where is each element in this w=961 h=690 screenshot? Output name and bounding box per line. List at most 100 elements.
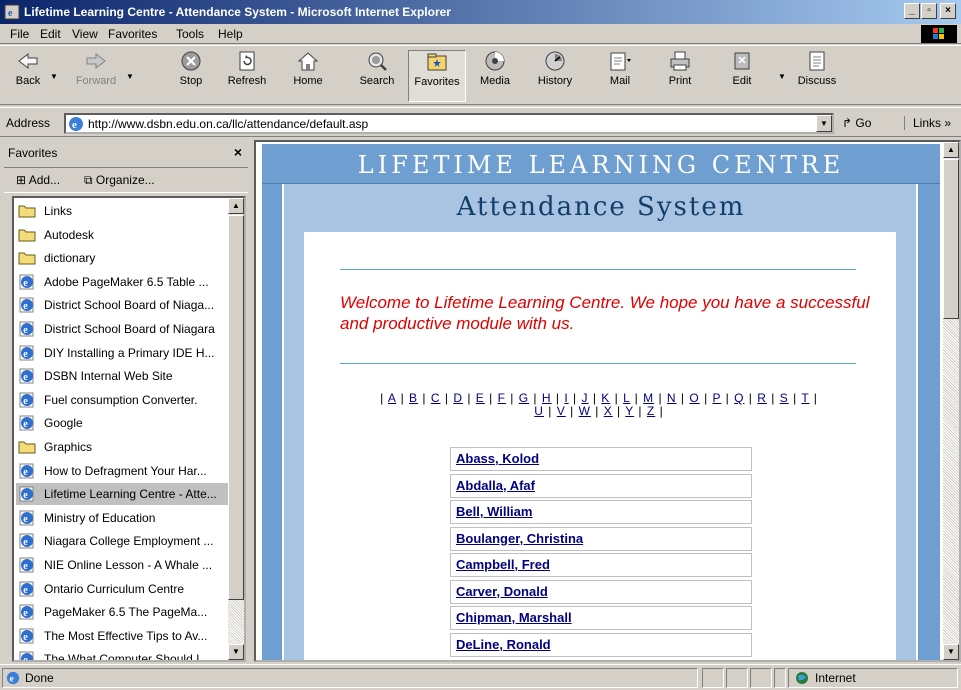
- ie-page-icon: e: [19, 321, 34, 337]
- letter-link-d[interactable]: D: [453, 391, 463, 405]
- letter-link-m[interactable]: M: [643, 391, 654, 405]
- scroll-down-button[interactable]: ▼: [228, 644, 244, 660]
- student-link[interactable]: DeLine, Ronald: [456, 637, 551, 652]
- letter-link-l[interactable]: L: [623, 391, 630, 405]
- letter-link-f[interactable]: F: [498, 391, 506, 405]
- favorite-item[interactable]: e DSBN Internal Web Site: [16, 365, 230, 387]
- letter-link-h[interactable]: H: [542, 391, 552, 405]
- letter-link-k[interactable]: K: [601, 391, 610, 405]
- letter-link-c[interactable]: C: [431, 391, 441, 405]
- close-button[interactable]: ×: [940, 3, 956, 19]
- refresh-button[interactable]: Refresh: [222, 50, 272, 102]
- add-favorite-button[interactable]: ⊞ Add...: [16, 173, 60, 187]
- edit-dropdown-arrow[interactable]: ▼: [778, 72, 786, 81]
- page-scroll-down-button[interactable]: ▼: [943, 644, 959, 660]
- letter-link-j[interactable]: J: [581, 391, 588, 405]
- letter-link-r[interactable]: R: [757, 391, 767, 405]
- menu-tools[interactable]: Tools: [176, 27, 204, 41]
- favorite-item[interactable]: e Adobe PageMaker 6.5 Table ...: [16, 271, 230, 293]
- print-button[interactable]: Print: [660, 50, 700, 102]
- favorite-item[interactable]: e DIY Installing a Primary IDE H...: [16, 342, 230, 364]
- favorite-item[interactable]: e Ministry of Education: [16, 507, 230, 529]
- folder-icon: [18, 252, 36, 265]
- search-button[interactable]: Search: [352, 50, 402, 102]
- letter-link-u[interactable]: U: [534, 404, 544, 418]
- mail-button[interactable]: Mail: [600, 50, 640, 102]
- maximize-button[interactable]: ▫: [921, 3, 937, 19]
- student-link[interactable]: Boulanger, Christina: [456, 531, 583, 546]
- favorite-item[interactable]: Graphics: [16, 436, 230, 458]
- letter-link-a[interactable]: A: [388, 391, 396, 405]
- favorite-item[interactable]: e Niagara College Employment ...: [16, 530, 230, 552]
- favorite-item[interactable]: e Ontario Curriculum Centre: [16, 578, 230, 600]
- back-button[interactable]: Back: [6, 50, 50, 102]
- letter-link-z[interactable]: Z: [647, 404, 655, 418]
- edit-button[interactable]: Edit: [722, 50, 762, 102]
- letter-link-q[interactable]: Q: [734, 391, 744, 405]
- favorite-item[interactable]: e District School Board of Niaga...: [16, 294, 230, 316]
- page-scrollbar[interactable]: ▲ ▼: [943, 142, 959, 660]
- favorite-item[interactable]: e NIE Online Lesson - A Whale ...: [16, 554, 230, 576]
- favorite-item[interactable]: e Google: [16, 412, 230, 434]
- minimize-button[interactable]: _: [904, 3, 920, 19]
- favorite-item[interactable]: e The Most Effective Tips to Av...: [16, 625, 230, 647]
- menu-file[interactable]: File: [10, 27, 29, 41]
- letter-link-g[interactable]: G: [519, 391, 529, 405]
- address-dropdown-button[interactable]: ▼: [816, 115, 832, 132]
- student-link[interactable]: Abdalla, Afaf: [456, 478, 535, 493]
- page-scroll-up-button[interactable]: ▲: [943, 142, 959, 158]
- go-button[interactable]: ↱ Go: [842, 116, 871, 130]
- menu-edit[interactable]: Edit: [40, 27, 61, 41]
- favorite-item[interactable]: e Fuel consumption Converter.: [16, 389, 230, 411]
- svg-text:e: e: [23, 349, 28, 360]
- address-input[interactable]: e http://www.dsbn.edu.on.ca/llc/attendan…: [64, 113, 834, 134]
- menu-help[interactable]: Help: [218, 27, 243, 41]
- favorites-button[interactable]: Favorites: [408, 50, 466, 102]
- favorite-item[interactable]: e PageMaker 6.5 The PageMa...: [16, 601, 230, 623]
- page-scroll-thumb[interactable]: [943, 159, 959, 319]
- favorites-scrollbar[interactable]: ▲ ▼: [228, 198, 244, 660]
- history-button[interactable]: History: [532, 50, 578, 102]
- letter-link-y[interactable]: Y: [625, 404, 634, 418]
- letter-link-s[interactable]: S: [780, 391, 789, 405]
- scroll-up-button[interactable]: ▲: [228, 198, 244, 214]
- discuss-button[interactable]: Discuss: [792, 50, 842, 102]
- favorite-item[interactable]: dictionary: [16, 247, 230, 269]
- letter-link-t[interactable]: T: [801, 391, 809, 405]
- letter-link-x[interactable]: X: [604, 404, 613, 418]
- letter-link-w[interactable]: W: [579, 404, 591, 418]
- links-button[interactable]: Links »: [904, 116, 951, 130]
- letter-link-i[interactable]: I: [564, 391, 568, 405]
- window-title: Lifetime Learning Centre - Attendance Sy…: [24, 5, 451, 19]
- favorite-item[interactable]: Links: [16, 200, 230, 222]
- forward-dropdown-arrow[interactable]: ▼: [126, 72, 134, 81]
- letter-link-o[interactable]: O: [689, 391, 699, 405]
- student-link[interactable]: Bell, William: [456, 504, 532, 519]
- organize-favorites-button[interactable]: ⧉ Organize...: [84, 173, 155, 188]
- ie-page-icon: e: [19, 628, 34, 644]
- favorite-item[interactable]: e The What Computer Should I ...: [16, 648, 230, 660]
- favorites-pane: Favorites × ⊞ Add... ⧉ Organize... Links…: [0, 140, 252, 662]
- forward-button[interactable]: Forward: [66, 50, 126, 102]
- letter-link-b[interactable]: B: [409, 391, 418, 405]
- menu-favorites[interactable]: Favorites: [108, 27, 157, 41]
- scroll-thumb[interactable]: [228, 215, 244, 600]
- stop-button[interactable]: Stop: [170, 50, 212, 102]
- back-dropdown-arrow[interactable]: ▼: [50, 72, 58, 81]
- favorite-item[interactable]: e Lifetime Learning Centre - Atte...: [16, 483, 230, 506]
- favorite-item[interactable]: Autodesk: [16, 224, 230, 246]
- letter-link-p[interactable]: P: [713, 391, 722, 405]
- student-link[interactable]: Abass, Kolod: [456, 451, 539, 466]
- favorites-pane-close-icon[interactable]: ×: [234, 144, 242, 160]
- home-button[interactable]: Home: [288, 50, 328, 102]
- letter-link-n[interactable]: N: [667, 391, 677, 405]
- student-link[interactable]: Carver, Donald: [456, 584, 548, 599]
- favorite-item[interactable]: e District School Board of Niagara: [16, 318, 230, 340]
- media-button[interactable]: Media: [474, 50, 516, 102]
- letter-link-e[interactable]: E: [476, 391, 485, 405]
- letter-link-v[interactable]: V: [557, 404, 566, 418]
- menu-view[interactable]: View: [72, 27, 98, 41]
- student-link[interactable]: Campbell, Fred: [456, 557, 550, 572]
- student-link[interactable]: Chipman, Marshall: [456, 610, 572, 625]
- favorite-item[interactable]: e How to Defragment Your Har...: [16, 460, 230, 482]
